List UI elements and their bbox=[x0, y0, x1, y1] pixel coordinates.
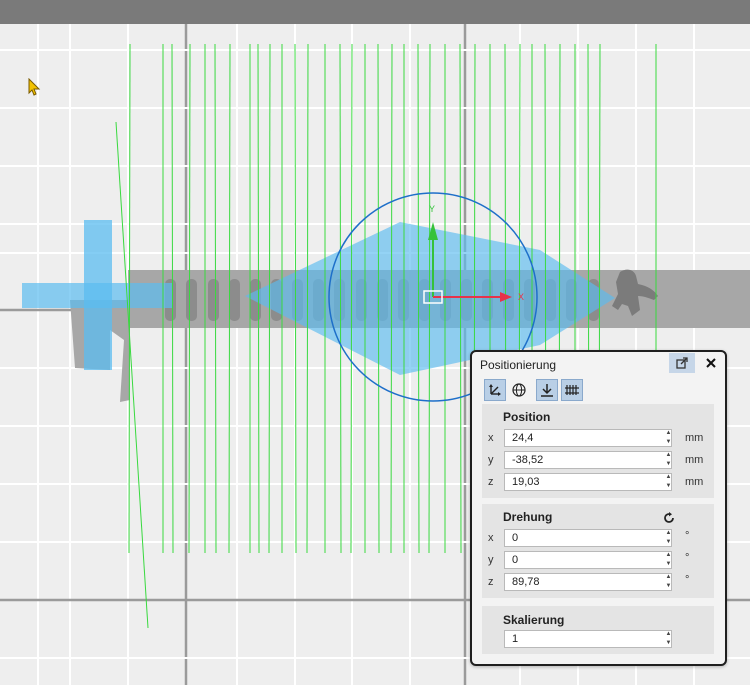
rotation-z-label: z bbox=[488, 576, 494, 588]
scale-spinner[interactable]: ▲ ▼ bbox=[663, 630, 674, 648]
reset-rotation-icon[interactable] bbox=[663, 512, 675, 524]
rotation-y-spinner[interactable]: ▲ ▼ bbox=[663, 551, 674, 569]
gizmo-x-label: X bbox=[518, 292, 524, 302]
rotation-x-unit: ° bbox=[685, 530, 690, 542]
global-coordinates-button[interactable] bbox=[508, 379, 530, 401]
rotation-y-label: y bbox=[488, 554, 494, 566]
rotation-section: Drehung x 0 ▲ ▼ ° y 0 ▲ ▼ ° z 89,78 ▲ ▼ ° bbox=[482, 504, 714, 598]
position-x-input[interactable]: 24,4 bbox=[504, 429, 672, 447]
close-icon bbox=[706, 358, 716, 368]
scale-input[interactable]: 1 bbox=[504, 630, 672, 648]
rotation-z-unit: ° bbox=[685, 574, 690, 586]
scale-section: Skalierung 1 ▲ ▼ bbox=[482, 606, 714, 654]
position-z-spinner[interactable]: ▲ ▼ bbox=[663, 473, 674, 491]
drop-to-bed-icon bbox=[541, 384, 553, 397]
rotation-z-spinner[interactable]: ▲ ▼ bbox=[663, 573, 674, 591]
position-section: Position x 24,4 ▲ ▼ mm y -38,52 ▲ ▼ mm z 1… bbox=[482, 404, 714, 498]
rotation-y-input[interactable]: 0 bbox=[504, 551, 672, 569]
position-x-unit: mm bbox=[685, 432, 704, 444]
grid-snap-button[interactable] bbox=[561, 379, 583, 401]
position-x-label: x bbox=[488, 432, 494, 444]
position-x-spinner[interactable]: ▲ ▼ bbox=[663, 429, 674, 447]
grid-icon bbox=[565, 385, 579, 395]
position-y-input[interactable]: -38,52 bbox=[504, 451, 672, 469]
rotation-y-unit: ° bbox=[685, 552, 690, 564]
move-mode-button[interactable] bbox=[484, 379, 506, 401]
rotation-x-spinner[interactable]: ▲ ▼ bbox=[663, 529, 674, 547]
close-button[interactable] bbox=[701, 353, 721, 373]
rotation-x-input[interactable]: 0 bbox=[504, 529, 672, 547]
position-z-unit: mm bbox=[685, 476, 704, 488]
popout-button[interactable] bbox=[669, 353, 695, 373]
move-icon bbox=[489, 384, 501, 396]
position-z-label: z bbox=[488, 476, 494, 488]
panel-title: Positionierung bbox=[480, 358, 557, 372]
globe-icon bbox=[512, 383, 526, 397]
position-z-input[interactable]: 19,03 bbox=[504, 473, 672, 491]
position-y-unit: mm bbox=[685, 454, 704, 466]
drop-to-bed-button[interactable] bbox=[536, 379, 558, 401]
rotation-x-label: x bbox=[488, 532, 494, 544]
popout-icon bbox=[676, 357, 688, 369]
rotation-z-input[interactable]: 89,78 bbox=[504, 573, 672, 591]
scale-title: Skalierung bbox=[503, 613, 565, 627]
position-y-label: y bbox=[488, 454, 494, 466]
gizmo-y-label: Y bbox=[429, 204, 435, 214]
top-toolbar bbox=[0, 0, 750, 24]
rotation-title: Drehung bbox=[503, 510, 553, 524]
cursor-icon bbox=[28, 78, 41, 96]
position-title: Position bbox=[503, 410, 551, 424]
position-y-spinner[interactable]: ▲ ▼ bbox=[663, 451, 674, 469]
positioning-panel: Positionierung Position x 24,4 ▲ ▼ mm y … bbox=[470, 350, 727, 666]
